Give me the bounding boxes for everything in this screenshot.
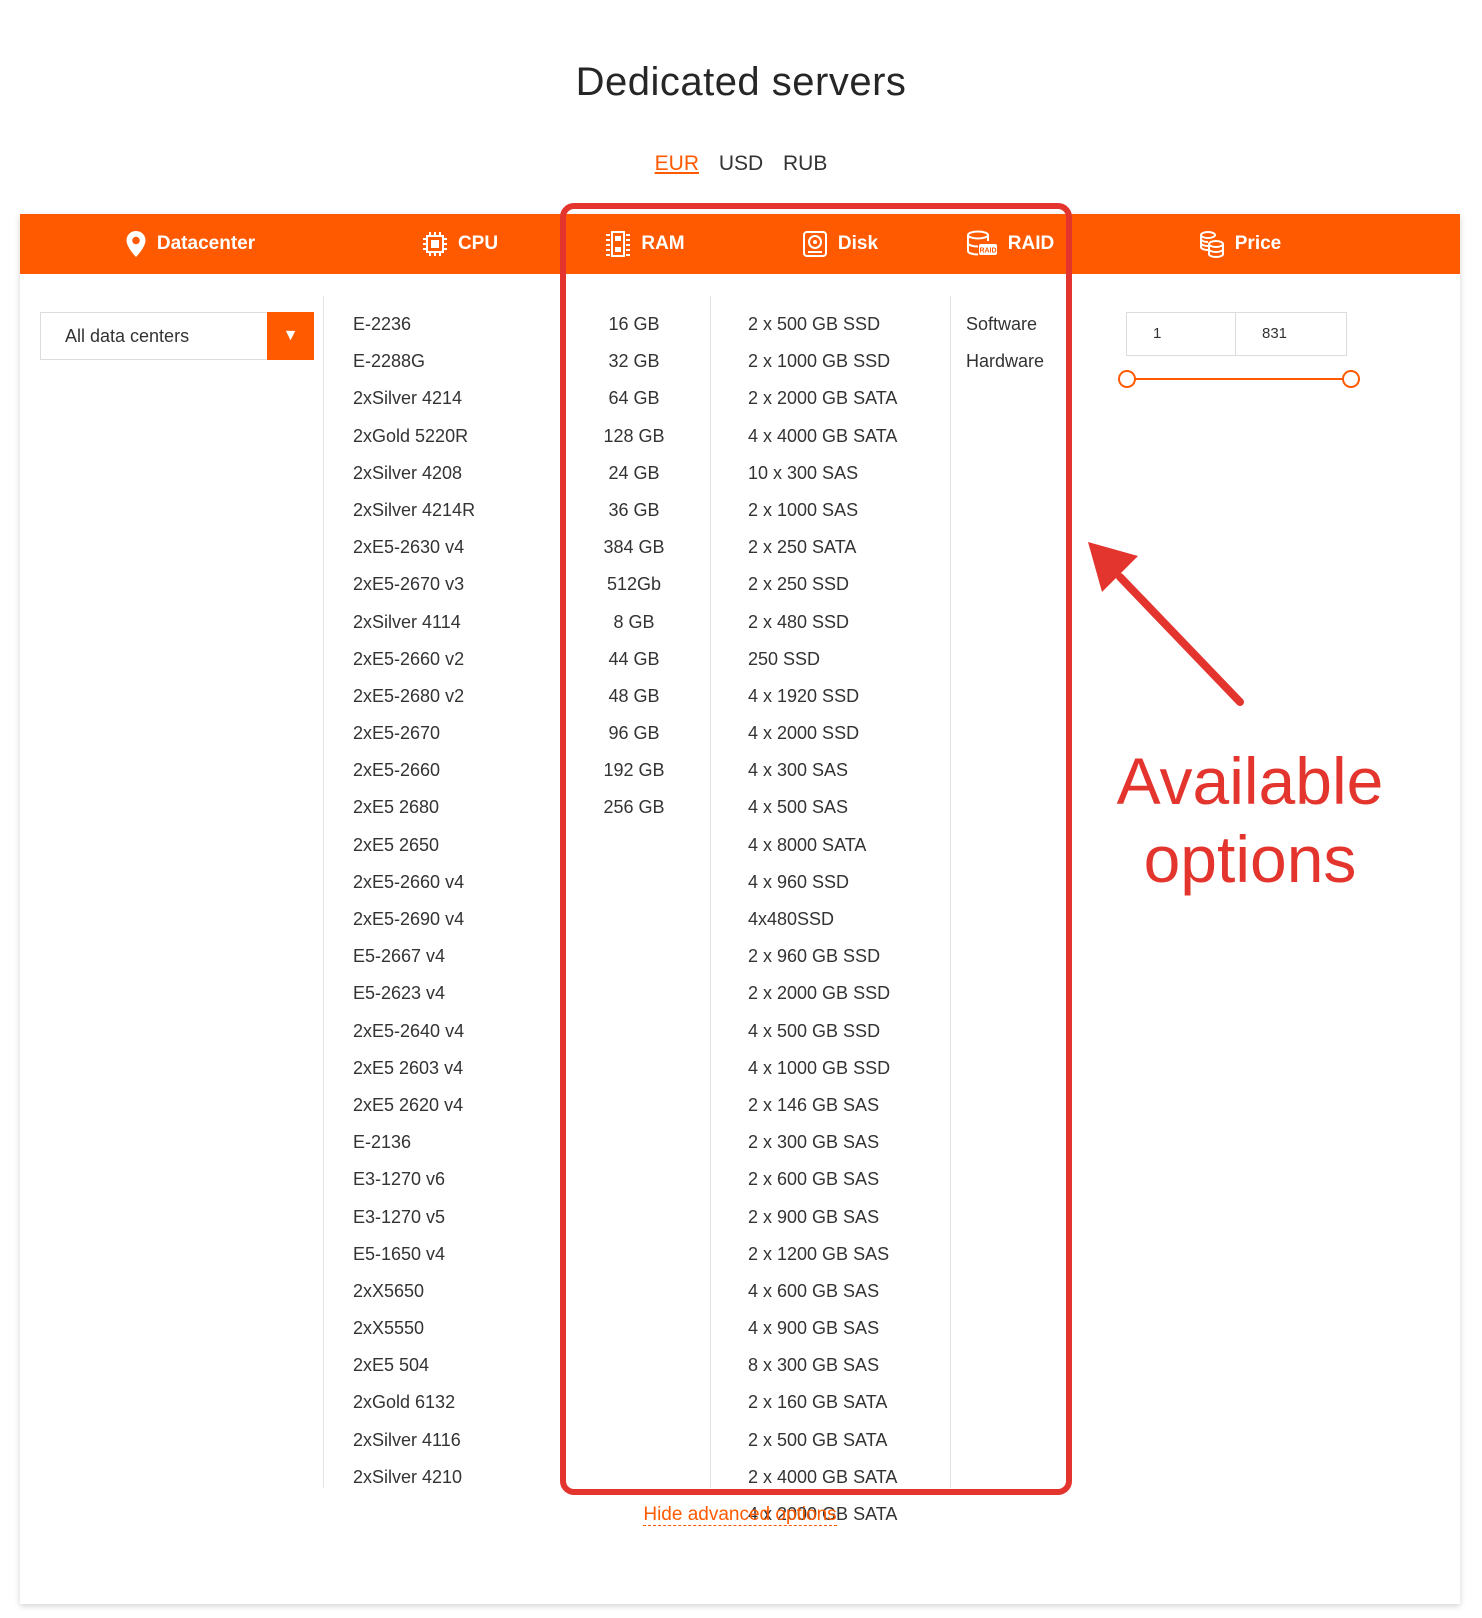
- cpu-option[interactable]: 2xE5 504: [353, 1351, 475, 1388]
- cpu-option[interactable]: 2xE5-2670 v3: [353, 570, 475, 607]
- price-min-input[interactable]: 1: [1126, 312, 1236, 356]
- location-pin-icon: [126, 231, 146, 257]
- cpu-option[interactable]: E5-2667 v4: [353, 942, 475, 979]
- datacenter-select-value: All data centers: [65, 326, 190, 346]
- cpu-option[interactable]: 2xE5-2640 v4: [353, 1017, 475, 1054]
- cpu-option[interactable]: 2xE5 2650: [353, 831, 475, 868]
- price-slider-track[interactable]: [1127, 378, 1352, 380]
- cpu-option[interactable]: 2xGold 5220R: [353, 422, 475, 459]
- cpu-option[interactable]: 2xE5 2620 v4: [353, 1091, 475, 1128]
- cpu-option[interactable]: 2xE5 2603 v4: [353, 1054, 475, 1091]
- cpu-option[interactable]: 2xE5-2680 v2: [353, 682, 475, 719]
- cpu-option[interactable]: E5-2623 v4: [353, 979, 475, 1016]
- cpu-option[interactable]: 2xX5650: [353, 1277, 475, 1314]
- header-cpu[interactable]: CPU: [360, 214, 560, 274]
- cpu-option[interactable]: E-2288G: [353, 347, 475, 384]
- cpu-option[interactable]: 2xSilver 4114: [353, 608, 475, 645]
- cpu-option[interactable]: 2xE5-2660 v2: [353, 645, 475, 682]
- cpu-option[interactable]: E-2236: [353, 310, 475, 347]
- cpu-option[interactable]: 2xSilver 4210: [353, 1463, 475, 1500]
- hide-advanced-options-link[interactable]: Hide advanced options: [643, 1504, 837, 1526]
- chevron-down-icon[interactable]: ▼: [267, 312, 314, 360]
- cpu-option[interactable]: 2xE5-2690 v4: [353, 905, 475, 942]
- header-price[interactable]: Price: [1140, 214, 1340, 274]
- header-datacenter[interactable]: Datacenter: [80, 214, 300, 274]
- cpu-chip-icon: [422, 232, 447, 256]
- cpu-option[interactable]: 2xE5-2670: [353, 719, 475, 756]
- cpu-list: E-2236 E-2288G 2xSilver 4214 2xGold 5220R 2x…: [353, 310, 475, 1500]
- annotation-line-1: Available: [1116, 744, 1384, 818]
- cpu-option[interactable]: 2xSilver 4214: [353, 384, 475, 421]
- cpu-option[interactable]: 2xSilver 4214R: [353, 496, 475, 533]
- cpu-option[interactable]: 2xE5-2660: [353, 756, 475, 793]
- cpu-option[interactable]: 2xGold 6132: [353, 1388, 475, 1425]
- cpu-option[interactable]: E3-1270 v5: [353, 1203, 475, 1240]
- currency-usd[interactable]: USD: [719, 152, 763, 176]
- divider: [323, 296, 324, 1488]
- cpu-option[interactable]: 2xE5-2630 v4: [353, 533, 475, 570]
- cpu-option[interactable]: E5-1650 v4: [353, 1240, 475, 1277]
- cpu-option[interactable]: 2xSilver 4208: [353, 459, 475, 496]
- cpu-option[interactable]: 2xSilver 4116: [353, 1426, 475, 1463]
- currency-eur[interactable]: EUR: [655, 152, 699, 176]
- price-slider-max-handle[interactable]: [1342, 370, 1360, 388]
- header-price-label: Price: [1234, 233, 1282, 254]
- annotation-line-2: options: [1143, 822, 1357, 896]
- currency-switcher: EUR USD RUB: [0, 152, 1482, 176]
- cpu-option[interactable]: 2xE5 2680: [353, 793, 475, 830]
- page-title: Dedicated servers: [575, 60, 907, 104]
- datacenter-select[interactable]: All data centers ▼: [40, 312, 314, 360]
- cpu-option[interactable]: E-2136: [353, 1128, 475, 1165]
- price-slider-min-handle[interactable]: [1118, 370, 1136, 388]
- price-max-input[interactable]: 831: [1235, 312, 1347, 356]
- header-cpu-label: CPU: [457, 233, 499, 254]
- header-datacenter-label: Datacenter: [156, 233, 256, 254]
- cpu-option[interactable]: 2xE5-2660 v4: [353, 868, 475, 905]
- cpu-option[interactable]: 2xX5550: [353, 1314, 475, 1351]
- annotation-label: Available options: [1100, 742, 1400, 898]
- cpu-option[interactable]: E3-1270 v6: [353, 1165, 475, 1202]
- coins-icon: [1199, 231, 1224, 258]
- currency-rub[interactable]: RUB: [783, 152, 827, 176]
- annotation-highlight-box: [560, 203, 1072, 1495]
- hide-advanced-options: Hide advanced options: [20, 1504, 1460, 1526]
